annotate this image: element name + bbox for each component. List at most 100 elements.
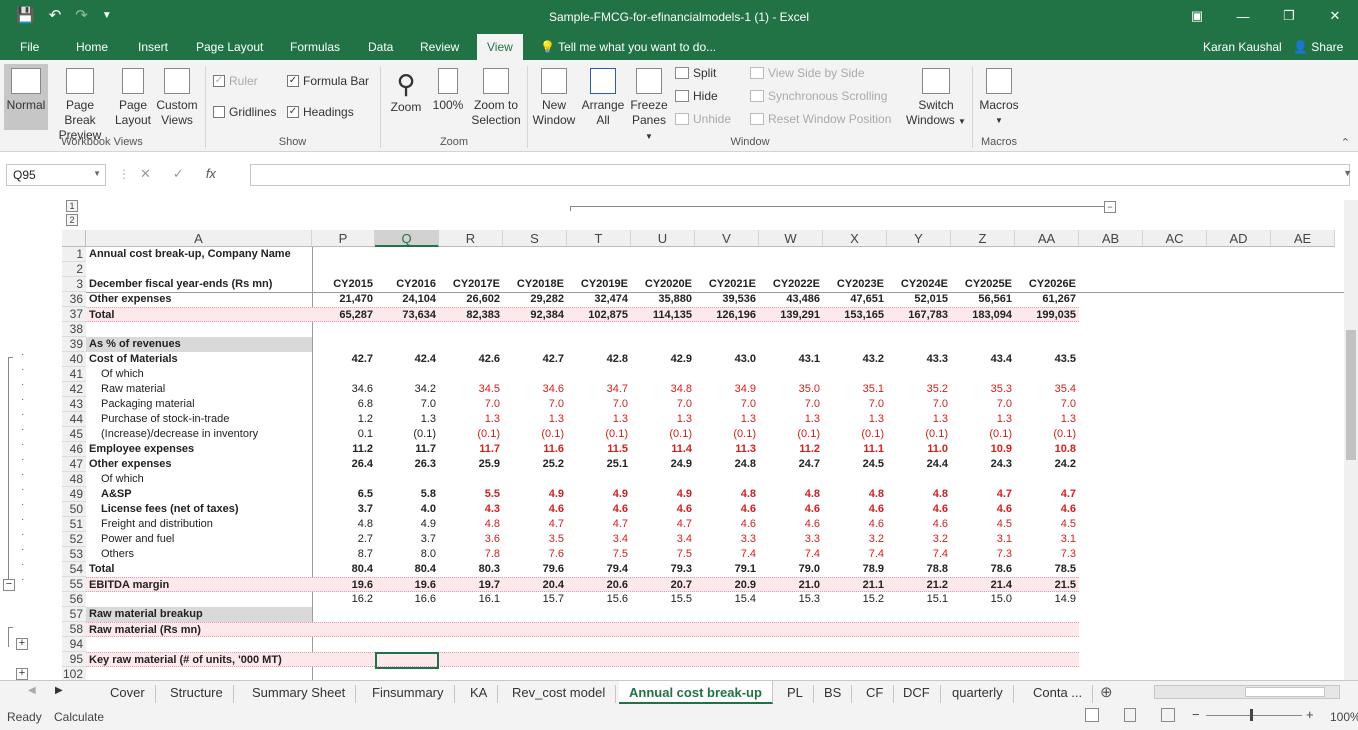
- data-cell[interactable]: 7.0: [631, 397, 692, 412]
- data-cell[interactable]: 7.8: [439, 547, 500, 562]
- data-cell[interactable]: 1.3: [375, 412, 436, 427]
- data-cell[interactable]: 15.3: [759, 592, 820, 607]
- row-header-43[interactable]: 43: [62, 397, 86, 412]
- data-cell[interactable]: 24.5: [823, 457, 884, 472]
- data-cell[interactable]: 11.5: [567, 442, 628, 457]
- data-cell[interactable]: 35.3: [951, 382, 1012, 397]
- sheet-tab[interactable]: Finsummary: [362, 685, 455, 703]
- share-button[interactable]: 👤 Share: [1293, 40, 1343, 54]
- data-cell[interactable]: (0.1): [631, 427, 692, 442]
- data-cell[interactable]: CY2021E: [695, 277, 756, 292]
- data-cell[interactable]: 3.4: [631, 532, 692, 547]
- data-cell[interactable]: 4.9: [503, 487, 564, 502]
- col-level-2[interactable]: 2: [66, 214, 78, 226]
- data-cell[interactable]: 4.5: [951, 517, 1012, 532]
- data-cell[interactable]: CY2025E: [951, 277, 1012, 292]
- zoom-slider[interactable]: [1206, 715, 1302, 716]
- data-cell[interactable]: (0.1): [375, 427, 436, 442]
- data-cell[interactable]: 4.5: [1015, 517, 1076, 532]
- data-cell[interactable]: 7.0: [439, 397, 500, 412]
- select-all-button[interactable]: [62, 230, 86, 247]
- vertical-scroll-thumb[interactable]: [1346, 330, 1356, 460]
- ruler-checkbox[interactable]: ✓ Ruler: [213, 74, 258, 88]
- row-label[interactable]: Power and fuel: [101, 532, 321, 547]
- data-cell[interactable]: 4.6: [823, 517, 884, 532]
- data-cell[interactable]: 4.6: [631, 502, 692, 517]
- data-cell[interactable]: 15.2: [823, 592, 884, 607]
- data-cell[interactable]: 0.1: [312, 427, 373, 442]
- row-header-94[interactable]: 94: [62, 637, 86, 652]
- data-cell[interactable]: 78.9: [823, 562, 884, 577]
- data-cell[interactable]: 25.9: [439, 457, 500, 472]
- zoom-100-button[interactable]: 100%: [430, 64, 466, 130]
- data-cell[interactable]: 80.3: [439, 562, 500, 577]
- data-cell[interactable]: 26.4: [312, 457, 373, 472]
- data-cell[interactable]: 43.4: [951, 352, 1012, 367]
- column-header-p[interactable]: P: [312, 230, 375, 247]
- data-cell[interactable]: 8.0: [375, 547, 436, 562]
- sheet-tab[interactable]: CF: [856, 685, 895, 703]
- data-cell[interactable]: CY2016: [375, 277, 436, 292]
- data-cell[interactable]: 4.3: [439, 502, 500, 517]
- data-cell[interactable]: 7.4: [887, 547, 948, 562]
- vertical-scrollbar[interactable]: [1344, 200, 1358, 680]
- prev-sheet-icon[interactable]: ◀: [28, 685, 36, 696]
- restore-button[interactable]: ❐: [1266, 0, 1312, 32]
- data-cell[interactable]: 102,875: [567, 308, 628, 323]
- data-cell[interactable]: 79.4: [567, 562, 628, 577]
- data-cell[interactable]: (0.1): [695, 427, 756, 442]
- data-cell[interactable]: 7.0: [759, 397, 820, 412]
- data-cell[interactable]: CY2019E: [567, 277, 628, 292]
- data-cell[interactable]: 21.2: [887, 578, 948, 593]
- data-cell[interactable]: 65,287: [312, 308, 373, 323]
- data-cell[interactable]: 78.5: [1015, 562, 1076, 577]
- data-cell[interactable]: 11.2: [312, 442, 373, 457]
- data-cell[interactable]: 4.9: [631, 487, 692, 502]
- data-cell[interactable]: (0.1): [823, 427, 884, 442]
- row-header-37[interactable]: 37: [62, 307, 86, 322]
- data-cell[interactable]: 16.6: [375, 592, 436, 607]
- row-label[interactable]: Of which: [101, 367, 321, 382]
- sheet-tab[interactable]: BS: [814, 685, 853, 703]
- data-cell[interactable]: 7.3: [1015, 547, 1076, 562]
- data-cell[interactable]: 11.0: [887, 442, 948, 457]
- data-cell[interactable]: 15.1: [887, 592, 948, 607]
- data-cell[interactable]: 43.2: [823, 352, 884, 367]
- row-header-40[interactable]: 40: [62, 352, 86, 367]
- data-cell[interactable]: 82,383: [439, 308, 500, 323]
- data-cell[interactable]: 4.6: [759, 517, 820, 532]
- row-header-1[interactable]: 1: [62, 247, 86, 262]
- data-cell[interactable]: 7.0: [951, 397, 1012, 412]
- data-cell[interactable]: 35.0: [759, 382, 820, 397]
- column-header-x[interactable]: X: [823, 230, 887, 247]
- data-cell[interactable]: 79.0: [759, 562, 820, 577]
- data-cell[interactable]: 26,602: [439, 292, 500, 307]
- data-cell[interactable]: 3.3: [759, 532, 820, 547]
- row-header-42[interactable]: 42: [62, 382, 86, 397]
- column-header-w[interactable]: W: [759, 230, 823, 247]
- freeze-panes-button[interactable]: Freeze Panes ▼: [628, 64, 670, 141]
- data-cell[interactable]: 4.6: [567, 502, 628, 517]
- data-cell[interactable]: 20.4: [503, 578, 564, 593]
- data-cell[interactable]: 1.3: [567, 412, 628, 427]
- row-label[interactable]: Raw material breakup: [89, 607, 309, 622]
- minimize-button[interactable]: —: [1220, 0, 1266, 32]
- page-layout-view-button[interactable]: Page Layout: [112, 64, 154, 130]
- data-cell[interactable]: 4.7: [1015, 487, 1076, 502]
- row-label[interactable]: Cost of Materials: [89, 352, 309, 367]
- hide-button[interactable]: Hide: [675, 89, 718, 103]
- row-header-3[interactable]: 3: [62, 277, 86, 292]
- row-label[interactable]: Freight and distribution: [101, 517, 321, 532]
- data-cell[interactable]: 4.6: [503, 502, 564, 517]
- data-cell[interactable]: 4.6: [1015, 502, 1076, 517]
- data-cell[interactable]: 16.1: [439, 592, 500, 607]
- row-label[interactable]: Annual cost break-up, Company Name: [89, 247, 309, 262]
- row-expand-button[interactable]: +: [16, 668, 28, 680]
- data-cell[interactable]: 4.6: [887, 517, 948, 532]
- data-cell[interactable]: 11.7: [375, 442, 436, 457]
- data-cell[interactable]: 1.3: [695, 412, 756, 427]
- row-label[interactable]: Other expenses: [89, 457, 309, 472]
- horizontal-scrollbar[interactable]: [1154, 685, 1340, 699]
- row-label[interactable]: Raw material: [101, 382, 321, 397]
- data-cell[interactable]: 11.4: [631, 442, 692, 457]
